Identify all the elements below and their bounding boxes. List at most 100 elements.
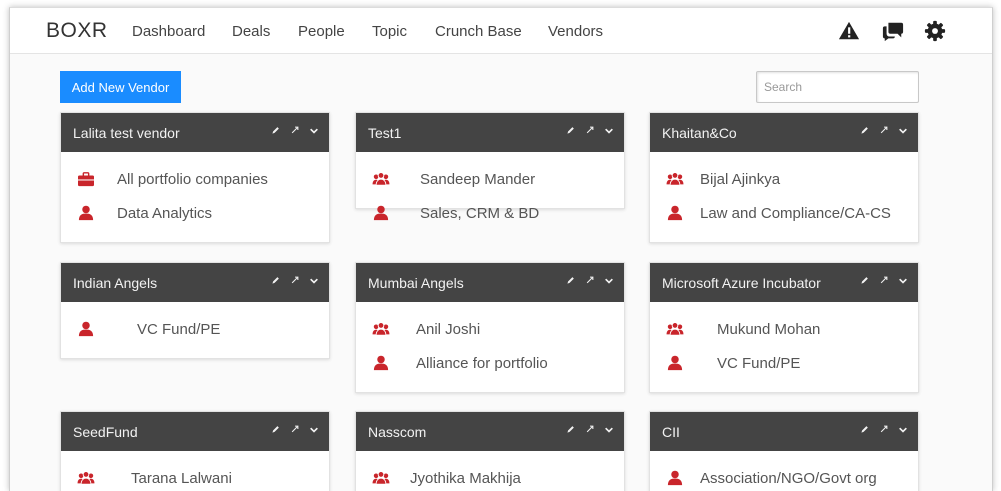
expand-icon[interactable]	[290, 123, 300, 137]
vendor-card-row-text: VC Fund/PE	[717, 355, 801, 372]
nav-crunch-base[interactable]: Crunch Base	[435, 23, 522, 40]
chevron-down-icon[interactable]	[309, 273, 319, 287]
vendor-card-title[interactable]: SeedFund	[73, 424, 138, 440]
vendor-card-title[interactable]: Test1	[368, 125, 401, 141]
vendor-card-title[interactable]: CII	[662, 424, 680, 440]
vendor-card: SeedFund Tarana Lalwani	[60, 411, 330, 491]
vendor-card-row-text: Mukund Mohan	[717, 321, 821, 338]
vendor-card-header: Microsoft Azure Incubator	[650, 263, 918, 302]
edit-pencil-icon[interactable]	[860, 273, 870, 287]
vendor-card-row: Anil Joshi	[356, 318, 624, 342]
expand-icon[interactable]	[585, 273, 595, 287]
app-window: BOXR Dashboard Deals People Topic Crunch…	[9, 7, 993, 491]
chevron-down-icon[interactable]	[898, 123, 908, 137]
user-icon	[78, 205, 94, 221]
expand-icon[interactable]	[585, 422, 595, 436]
expand-icon[interactable]	[290, 273, 300, 287]
expand-icon[interactable]	[879, 273, 889, 287]
user-icon	[373, 205, 389, 221]
user-icon	[667, 355, 683, 371]
users-group-icon	[372, 322, 390, 336]
chevron-down-icon[interactable]	[898, 273, 908, 287]
vendor-card-actions	[271, 422, 319, 436]
vendor-card-row-text: Sales, CRM & BD	[420, 205, 540, 222]
users-group-icon	[372, 471, 390, 485]
vendor-card: Khaitan&Co Bijal Ajinkya Law and Complianc…	[649, 112, 919, 243]
chevron-down-icon[interactable]	[898, 422, 908, 436]
users-group-icon	[77, 471, 95, 485]
vendor-card-actions	[566, 273, 614, 287]
nav-dashboard[interactable]: Dashboard	[132, 23, 205, 40]
vendor-card-actions	[271, 273, 319, 287]
users-group-icon	[666, 172, 684, 186]
vendor-card-header: Indian Angels	[61, 263, 329, 302]
edit-pencil-icon[interactable]	[566, 422, 576, 436]
edit-pencil-icon[interactable]	[860, 422, 870, 436]
nav-people[interactable]: People	[298, 23, 345, 40]
expand-icon[interactable]	[879, 123, 889, 137]
vendor-card-title[interactable]: Mumbai Angels	[368, 275, 464, 291]
vendor-card-header: SeedFund	[61, 412, 329, 451]
vendor-card-row: Sales, CRM & BD	[356, 202, 624, 226]
search-input[interactable]	[756, 71, 919, 103]
chevron-down-icon[interactable]	[604, 422, 614, 436]
vendor-card-title[interactable]: Indian Angels	[73, 275, 157, 291]
vendor-card-row: VC Fund/PE	[650, 352, 918, 376]
vendor-card-row: Bijal Ajinkya	[650, 168, 918, 192]
user-icon	[667, 470, 683, 486]
chevron-down-icon[interactable]	[604, 273, 614, 287]
vendor-card: Test1 Sandeep Mander Sales, CRM & BD	[355, 112, 625, 222]
edit-pencil-icon[interactable]	[271, 123, 281, 137]
vendor-card-header: Khaitan&Co	[650, 113, 918, 152]
vendor-card-row: Data Analytics	[61, 202, 329, 226]
vendor-card-row-text: Anil Joshi	[416, 321, 481, 338]
vendor-card-title[interactable]: Khaitan&Co	[662, 125, 737, 141]
user-icon	[373, 355, 389, 371]
gear-icon[interactable]	[924, 20, 946, 42]
chat-bubbles-icon[interactable]	[882, 20, 904, 42]
chevron-down-icon[interactable]	[309, 422, 319, 436]
briefcase-icon	[78, 172, 94, 187]
vendor-card-row: Mukund Mohan	[650, 318, 918, 342]
edit-pencil-icon[interactable]	[566, 273, 576, 287]
vendor-card-title[interactable]: Nasscom	[368, 424, 426, 440]
user-icon	[667, 205, 683, 221]
user-icon	[78, 321, 94, 337]
users-group-icon	[372, 172, 390, 186]
edit-pencil-icon[interactable]	[271, 422, 281, 436]
vendor-card-row-text: Tarana Lalwani	[131, 470, 232, 487]
edit-pencil-icon[interactable]	[566, 123, 576, 137]
vendor-card-row-text: Data Analytics	[117, 205, 213, 222]
expand-icon[interactable]	[290, 422, 300, 436]
nav-vendors[interactable]: Vendors	[548, 23, 603, 40]
vendor-card-row: Tarana Lalwani	[61, 467, 329, 491]
vendor-card-row-text: Law and Compliance/CA-CS	[700, 205, 891, 222]
vendor-card-row-text: Jyothika Makhija	[410, 470, 521, 487]
edit-pencil-icon[interactable]	[271, 273, 281, 287]
vendor-card-title[interactable]: Lalita test vendor	[73, 125, 180, 141]
vendor-card-header: Lalita test vendor	[61, 113, 329, 152]
vendor-card-header: Mumbai Angels	[356, 263, 624, 302]
vendor-card-title[interactable]: Microsoft Azure Incubator	[662, 275, 821, 291]
vendor-card-actions	[860, 123, 908, 137]
vendor-card-row: VC Fund/PE	[61, 318, 329, 342]
chevron-down-icon[interactable]	[309, 123, 319, 137]
expand-icon[interactable]	[585, 123, 595, 137]
vendor-card: Mumbai Angels Anil Joshi Alliance for port…	[355, 262, 625, 393]
nav-deals[interactable]: Deals	[232, 23, 270, 40]
edit-pencil-icon[interactable]	[860, 123, 870, 137]
vendor-card-actions	[566, 422, 614, 436]
vendor-card-row-text: All portfolio companies	[117, 171, 268, 188]
add-new-vendor-button[interactable]: Add New Vendor	[60, 71, 181, 103]
nav-topic[interactable]: Topic	[372, 23, 407, 40]
brand-logo[interactable]: BOXR	[46, 19, 108, 43]
vendor-card-row: Sandeep Mander	[356, 168, 624, 192]
expand-icon[interactable]	[879, 422, 889, 436]
vendor-card-row-text: VC Fund/PE	[137, 321, 221, 338]
top-navbar: BOXR Dashboard Deals People Topic Crunch…	[10, 8, 992, 54]
alert-triangle-icon[interactable]	[838, 20, 860, 42]
vendor-card-row-text: Alliance for portfolio	[416, 355, 548, 372]
vendor-card-actions	[860, 273, 908, 287]
vendor-card: Indian Angels VC Fund/PE	[60, 262, 330, 359]
chevron-down-icon[interactable]	[604, 123, 614, 137]
